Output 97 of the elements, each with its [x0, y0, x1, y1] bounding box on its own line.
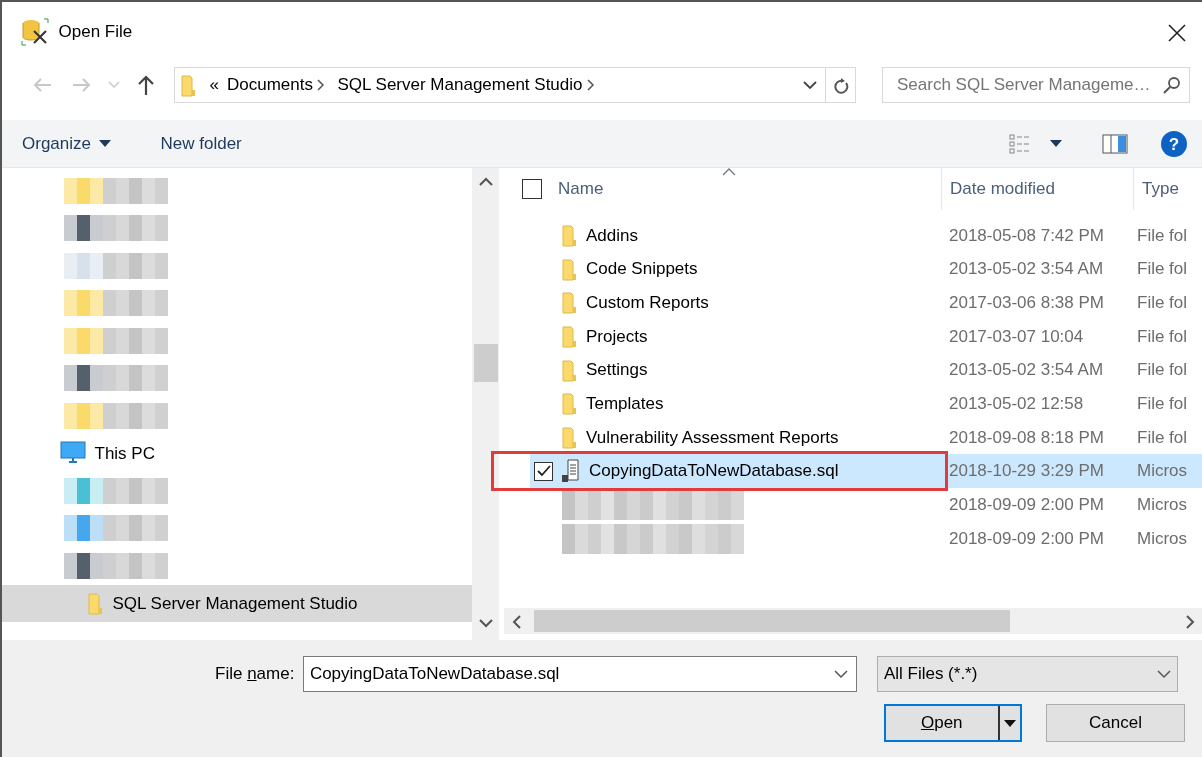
- open-button[interactable]: Open: [884, 704, 1022, 742]
- file-name[interactable]: Addins: [586, 222, 638, 249]
- table-cell-text: File fol: [1136, 393, 1189, 416]
- close-icon: [1167, 22, 1187, 43]
- table-cell-text: 2018-09-08 8:18 PM: [948, 426, 1105, 449]
- chevron-down-icon: [803, 80, 817, 90]
- file-name[interactable]: CopyingDataToNewDatabase.sql: [589, 458, 839, 484]
- file-name-field[interactable]: CopyingDataToNewDatabase.sql: [302, 656, 857, 692]
- breadcrumb-item[interactable]: Documents: [222, 72, 317, 98]
- file-row[interactable]: Vulnerability Assessment Reports 2018-09-08 8:18 PM File fol: [504, 420, 1202, 455]
- file-name[interactable]: Templates: [586, 391, 664, 417]
- select-all-checkbox[interactable]: [522, 179, 542, 199]
- table-cell-text: 2018-10-29 3:29 PM: [948, 460, 1105, 483]
- script-file-icon: [561, 459, 581, 484]
- table-cell-text: 2013-05-02 3:54 AM: [948, 258, 1105, 281]
- tree-item[interactable]: SQL Server Management Studio: [2, 584, 472, 622]
- chevron-right-icon: [1185, 614, 1195, 629]
- chevron-down-icon: [833, 669, 848, 679]
- chevron-down-icon: [478, 619, 493, 628]
- forward-arrow-icon: [72, 77, 92, 93]
- column-header[interactable]: Name: [558, 176, 604, 202]
- table-cell-text: File fol: [1136, 258, 1189, 281]
- row-checkbox[interactable]: [534, 461, 553, 481]
- chevron-down-icon: [108, 81, 120, 89]
- table-cell-text: 2018-05-08 7:42 PM: [948, 224, 1105, 247]
- caret-down-icon: [1003, 719, 1016, 727]
- caret-down-icon: [1049, 140, 1062, 147]
- table-cell-text: Micros: [1136, 494, 1189, 517]
- file-row[interactable]: Projects 2017-03-07 10:04 File fol: [504, 319, 1202, 354]
- database-tools-icon: [20, 17, 50, 47]
- table-cell-text: File fol: [1136, 224, 1189, 247]
- monitor-icon: [60, 441, 86, 466]
- help-icon: ?: [1160, 129, 1188, 158]
- column-header[interactable]: Type: [1133, 168, 1202, 210]
- table-cell-text: 2013-05-02 3:54 AM: [948, 359, 1105, 382]
- file-name[interactable]: Projects: [586, 323, 648, 350]
- chevron-down-icon: [1156, 669, 1171, 679]
- cancel-button[interactable]: Cancel: [1046, 704, 1185, 742]
- table-cell-text: 2017-03-06 8:38 PM: [948, 291, 1105, 314]
- file-row[interactable]: CopyingDataToNewDatabase.sql 2018-10-29 3:29 PM Micros: [530, 454, 1202, 488]
- table-cell-text: 2018-09-09 2:00 PM: [948, 527, 1105, 550]
- caret-down-icon: [99, 140, 112, 147]
- address-bar[interactable]: « Documents SQL Server Management Studio: [174, 67, 856, 103]
- scrollbar-thumb[interactable]: [473, 344, 498, 382]
- column-header[interactable]: Date modified: [941, 168, 1133, 210]
- refresh-icon: [832, 76, 849, 95]
- window-title: Open File: [58, 21, 133, 44]
- folder-icon: [88, 591, 104, 615]
- chevron-right-icon: [586, 79, 595, 91]
- table-cell-text: File fol: [1136, 426, 1189, 449]
- tree-item-label: This PC: [94, 442, 155, 465]
- table-cell-text: Micros: [1136, 460, 1189, 483]
- preview-pane-icon: [1102, 134, 1128, 155]
- table-cell-text: 2013-05-02 12:58: [948, 393, 1085, 416]
- search-icon: [1163, 76, 1181, 94]
- file-type-dropdown[interactable]: All Files (*.*): [876, 656, 1178, 692]
- chevron-right-icon: [316, 79, 325, 91]
- file-name[interactable]: Custom Reports: [586, 289, 709, 316]
- folder-icon: [562, 324, 578, 348]
- chevron-left-icon: [511, 614, 521, 629]
- file-row[interactable]: Custom Reports 2017-03-06 8:38 PM File fol: [504, 285, 1202, 320]
- chevron-up-icon: [478, 177, 493, 187]
- folder-icon: [562, 223, 578, 247]
- organize-button[interactable]: Organize: [22, 124, 128, 163]
- table-cell-text: File fol: [1136, 325, 1189, 348]
- checkmark-icon: [536, 465, 551, 478]
- table-cell-text: File fol: [1136, 359, 1189, 382]
- up-arrow-icon: [137, 75, 155, 95]
- table-cell-text: 2018-09-09 2:00 PM: [948, 494, 1105, 517]
- scrollbar-thumb[interactable]: [534, 610, 1010, 632]
- tree-item[interactable]: This PC: [60, 440, 155, 466]
- file-name[interactable]: Code Snippets: [586, 256, 698, 282]
- folder-icon: [562, 257, 578, 281]
- search-field[interactable]: Search SQL Server Manageme…: [882, 67, 1190, 103]
- help-button[interactable]: ?: [1144, 123, 1188, 164]
- file-row[interactable]: Addins 2018-05-08 7:42 PM File fol: [504, 218, 1202, 253]
- folder-icon: [562, 291, 578, 315]
- table-cell-text: 2017-03-07 10:04: [948, 325, 1085, 348]
- sort-ascending-icon: [722, 168, 736, 176]
- file-name[interactable]: Vulnerability Assessment Reports: [586, 424, 839, 451]
- file-row[interactable]: 2018-09-09 2:00 PM Micros: [504, 521, 1202, 556]
- table-cell-text: Micros: [1136, 527, 1189, 550]
- breadcrumb-item[interactable]: SQL Server Management Studio: [333, 72, 587, 98]
- file-row[interactable]: Settings 2013-05-02 3:54 AM File fol: [504, 353, 1202, 387]
- file-row[interactable]: Code Snippets 2013-05-02 3:54 AM File fol: [504, 252, 1202, 286]
- table-cell-text: File fol: [1136, 291, 1189, 314]
- folder-icon: [562, 425, 578, 449]
- file-row[interactable]: Templates 2013-05-02 12:58 File fol: [504, 386, 1202, 421]
- folder-icon: [562, 392, 578, 416]
- field-label: File name:: [215, 663, 295, 686]
- folder-icon: [181, 73, 197, 97]
- overflow-chevrons: «: [208, 74, 220, 97]
- back-arrow-icon: [32, 77, 52, 93]
- folder-icon: [562, 358, 578, 382]
- file-row[interactable]: 2018-09-09 2:00 PM Micros: [504, 488, 1202, 522]
- new-folder-button[interactable]: New folder: [144, 124, 258, 163]
- file-name[interactable]: Settings: [586, 357, 648, 383]
